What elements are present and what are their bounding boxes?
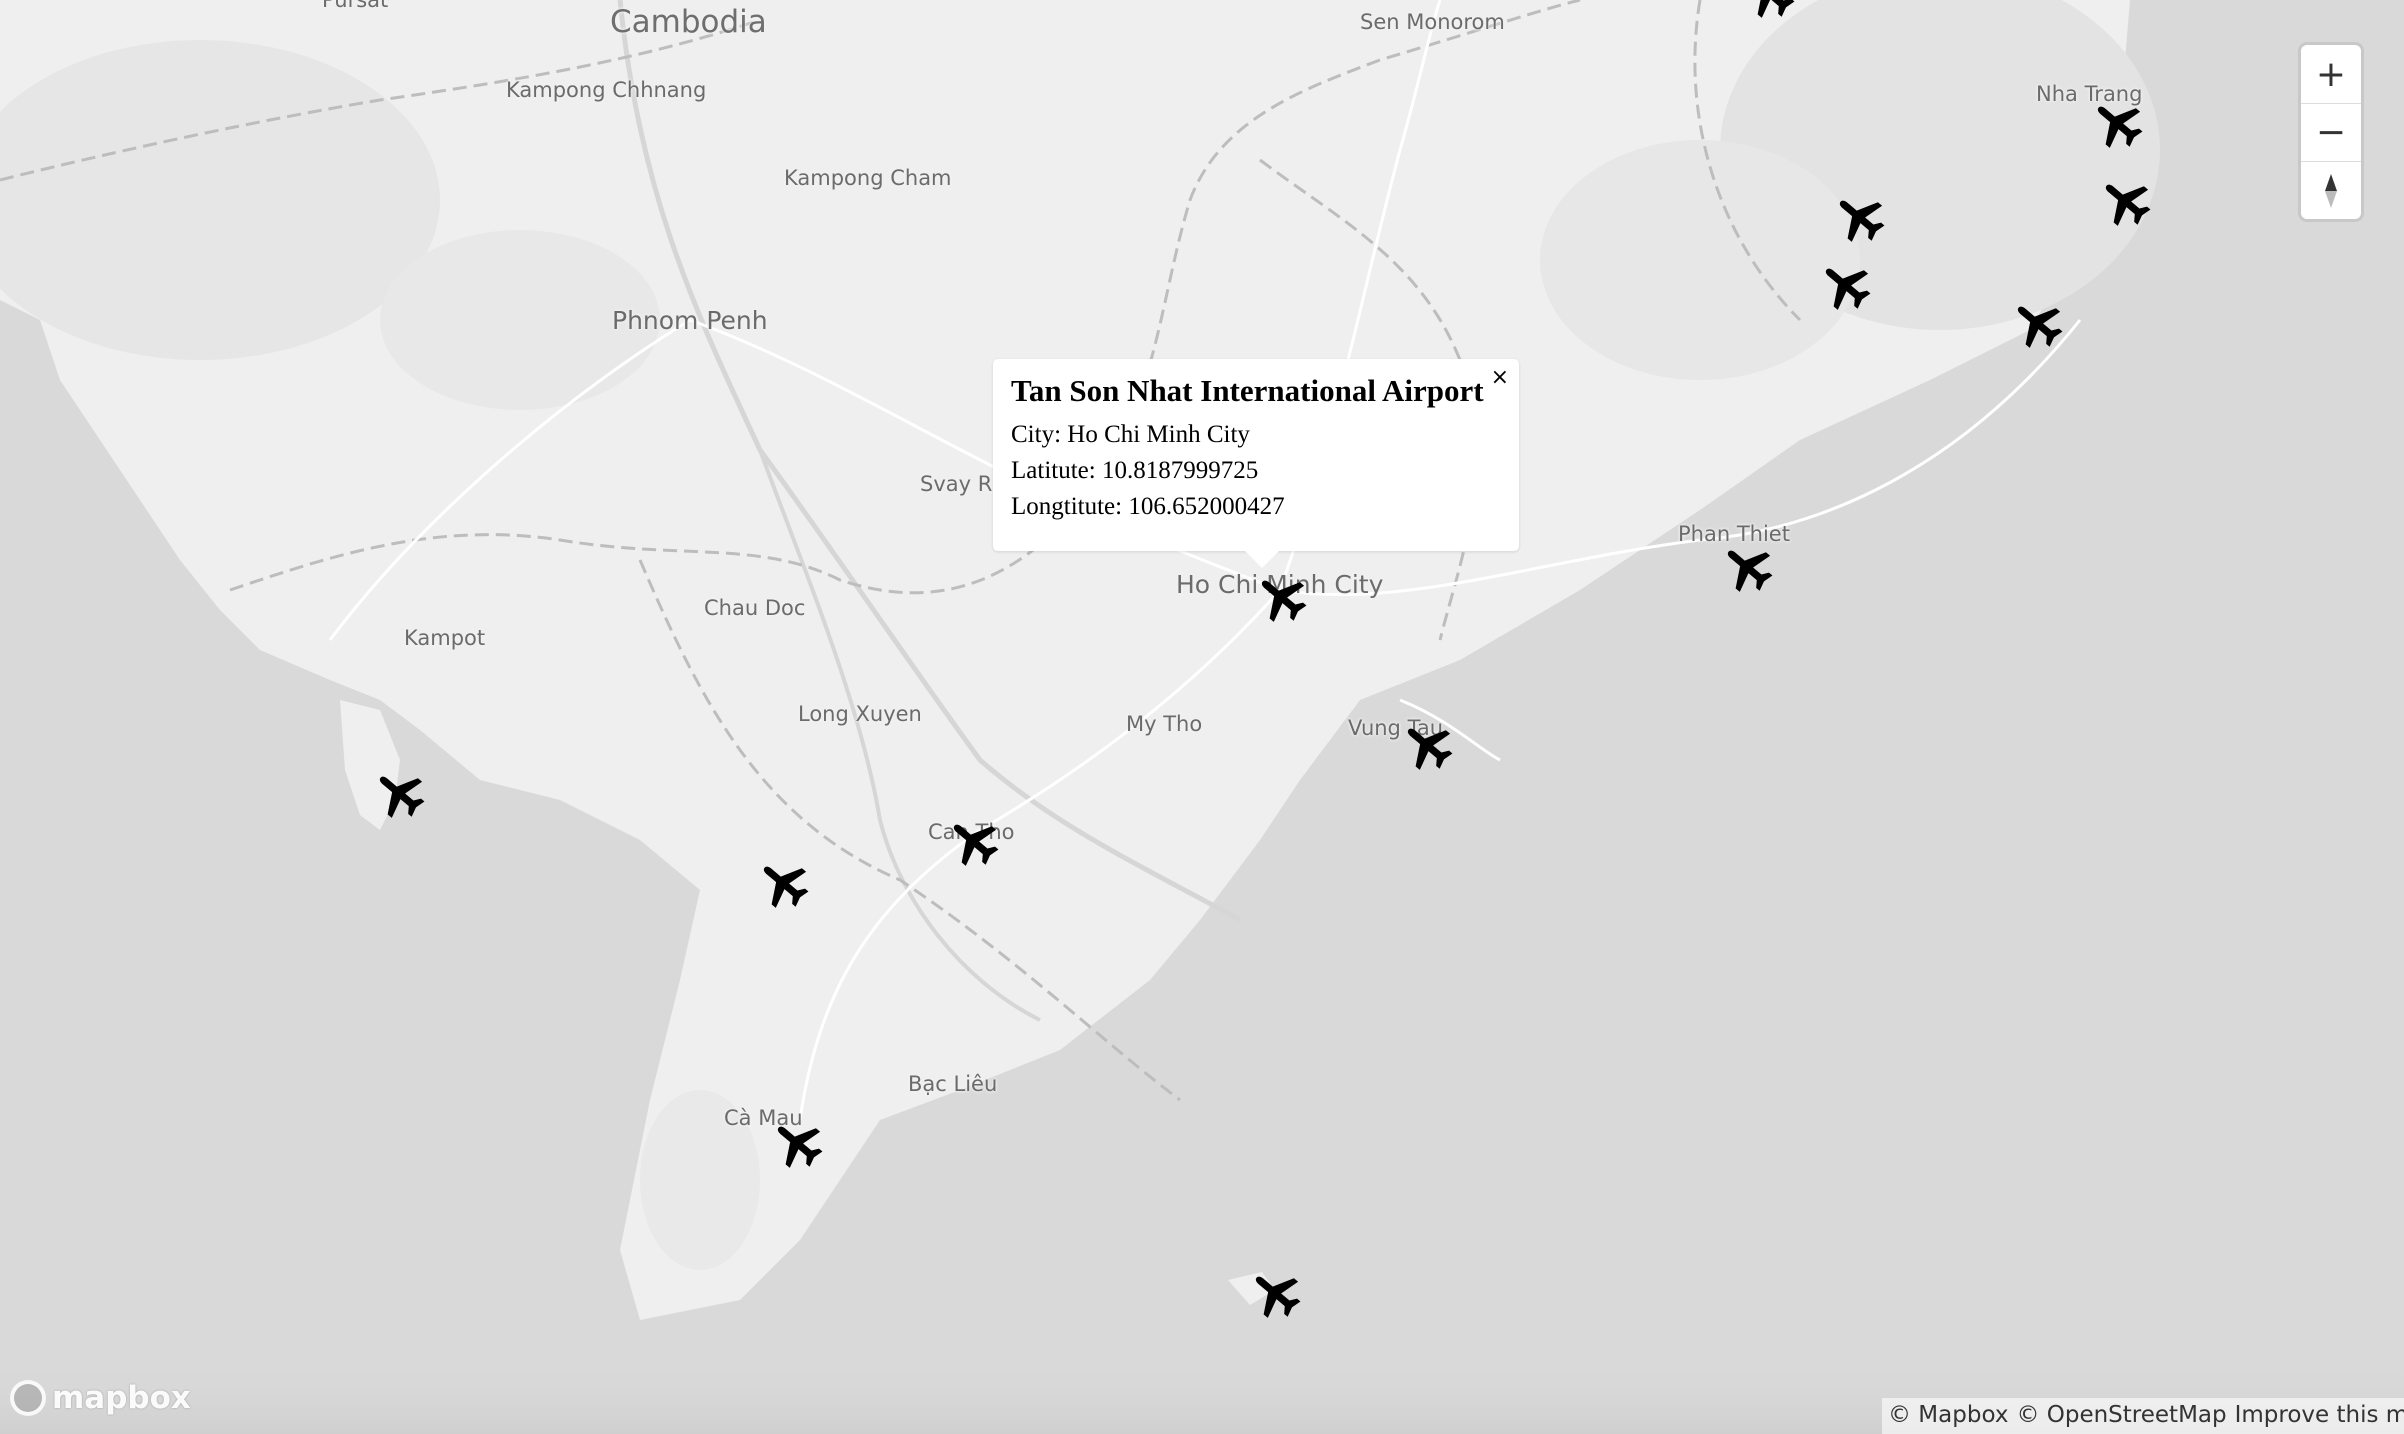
airport-marker[interactable] — [755, 855, 813, 913]
airplane-icon — [2097, 106, 2143, 148]
airport-marker[interactable] — [1399, 717, 1457, 775]
place-label: Sen Monorom — [1360, 10, 1505, 34]
compass-icon — [2325, 174, 2337, 208]
place-label: Kampong Cham — [784, 166, 952, 190]
mapbox-logo[interactable]: mapbox — [10, 1380, 191, 1416]
attribution-osm-link[interactable]: © OpenStreetMap — [2016, 1402, 2226, 1430]
improve-map-link[interactable]: Improve this map — [2235, 1402, 2404, 1430]
airport-marker[interactable] — [2009, 295, 2067, 353]
airplane-icon — [1261, 580, 1307, 622]
airport-marker[interactable] — [1741, 0, 1799, 23]
airport-marker[interactable] — [1719, 539, 1777, 597]
airplane-icon — [2105, 184, 2151, 226]
place-label: Bạc Liêu — [908, 1072, 998, 1096]
airplane-icon — [1825, 268, 1871, 310]
zoom-in-button[interactable]: + — [2301, 45, 2361, 103]
airport-marker[interactable] — [371, 765, 429, 823]
place-label: Kampong Chhnang — [506, 78, 707, 102]
airport-marker[interactable] — [945, 813, 1003, 871]
mapbox-logo-icon — [10, 1380, 46, 1416]
place-label: Kampot — [404, 626, 486, 650]
navigation-control: + − — [2301, 45, 2361, 219]
zoom-out-button[interactable]: − — [2301, 103, 2361, 161]
airplane-icon — [763, 866, 809, 908]
country-label: Cambodia — [610, 4, 767, 40]
airport-marker[interactable] — [2089, 95, 2147, 153]
airport-marker[interactable] — [769, 1115, 827, 1173]
airplane-icon — [379, 776, 425, 818]
airplane-icon — [2017, 306, 2063, 348]
airport-marker-tan-son-nhat[interactable] — [1253, 569, 1311, 627]
mapbox-logo-text: mapbox — [52, 1380, 191, 1416]
popup-tip — [1245, 551, 1279, 568]
popup-city: City: Ho Chi Minh City — [1011, 420, 1250, 448]
map-canvas[interactable]: Pursat Cambodia Sen Monorom Kampong Chhn… — [0, 0, 2404, 1434]
attribution: © Mapbox © OpenStreetMap Improve this ma… — [1882, 1398, 2404, 1434]
popup-close-button[interactable]: × — [1485, 361, 1515, 394]
popup-title: Tan Son Nhat International Airport — [1011, 373, 1484, 408]
airplane-icon — [953, 824, 999, 866]
airport-marker[interactable] — [1831, 189, 1889, 247]
airport-marker[interactable] — [2097, 173, 2155, 231]
place-label: Phnom Penh — [612, 306, 768, 335]
attribution-mapbox-link[interactable]: © Mapbox — [1888, 1402, 2008, 1430]
popup-latitude: Latitute: 10.8187999725 — [1011, 456, 1259, 484]
airplane-icon — [1727, 550, 1773, 592]
place-label: Pursat — [322, 0, 389, 12]
airplane-icon — [1839, 200, 1885, 242]
popup-longitude: Longtitute: 106.652000427 — [1011, 492, 1285, 520]
compass-button[interactable] — [2301, 161, 2361, 219]
airplane-icon — [1255, 1276, 1301, 1318]
place-label: My Tho — [1126, 712, 1203, 736]
airport-popup: × Tan Son Nhat International Airport Cit… — [993, 359, 1519, 568]
place-label: Chau Doc — [704, 596, 806, 620]
airplane-icon — [1407, 728, 1453, 770]
airport-marker[interactable] — [1817, 257, 1875, 315]
airplane-icon — [1749, 0, 1795, 18]
place-label: Long Xuyen — [798, 702, 922, 726]
airport-marker[interactable] — [1247, 1265, 1305, 1323]
airplane-icon — [777, 1126, 823, 1168]
